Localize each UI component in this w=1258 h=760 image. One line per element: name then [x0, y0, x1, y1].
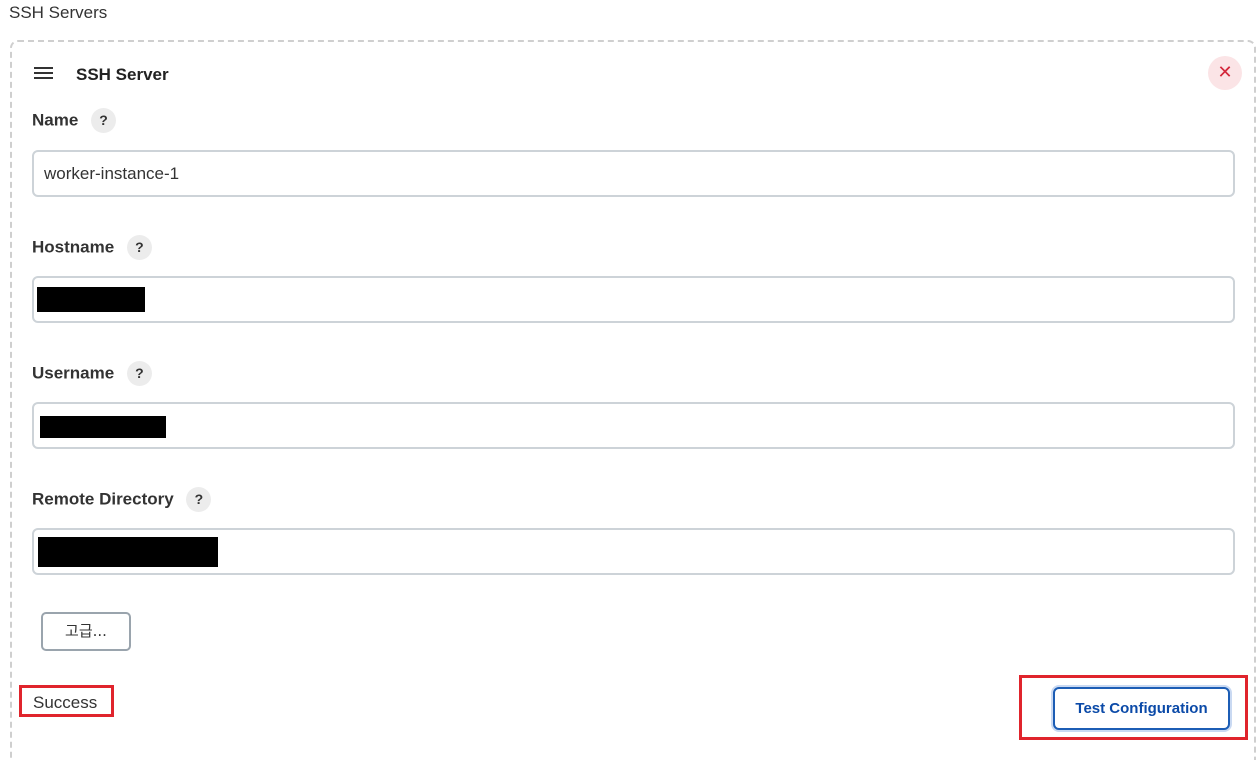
ssh-server-container: [10, 40, 1256, 760]
username-label: Username ?: [32, 361, 152, 386]
ssh-server-title: SSH Server: [76, 65, 169, 84]
test-configuration-button[interactable]: Test Configuration: [1053, 687, 1230, 730]
name-field[interactable]: [32, 150, 1235, 197]
hostname-label: Hostname ?: [32, 235, 152, 260]
help-icon[interactable]: ?: [126, 361, 152, 386]
name-label: Name ?: [32, 108, 117, 133]
test-status-text: Success: [33, 693, 98, 712]
username-field[interactable]: [32, 402, 1235, 449]
redacted-username: [40, 416, 166, 438]
section-title: SSH Servers: [9, 3, 108, 22]
redacted-remote-directory: [38, 537, 218, 567]
delete-server-button[interactable]: ✕: [1208, 56, 1242, 90]
help-icon[interactable]: ?: [91, 108, 117, 133]
remote-directory-label: Remote Directory ?: [32, 487, 212, 512]
hostname-field[interactable]: [32, 276, 1235, 323]
help-icon[interactable]: ?: [126, 235, 152, 260]
redacted-hostname: [37, 287, 145, 312]
username-label-text: Username: [32, 363, 115, 383]
hostname-label-text: Hostname: [32, 237, 115, 257]
name-label-text: Name: [32, 110, 79, 130]
help-icon[interactable]: ?: [186, 487, 212, 512]
remote-directory-label-text: Remote Directory: [32, 489, 174, 509]
close-icon: ✕: [1217, 62, 1233, 82]
drag-handle-icon[interactable]: [34, 67, 53, 81]
advanced-button[interactable]: 고급...: [41, 612, 131, 651]
